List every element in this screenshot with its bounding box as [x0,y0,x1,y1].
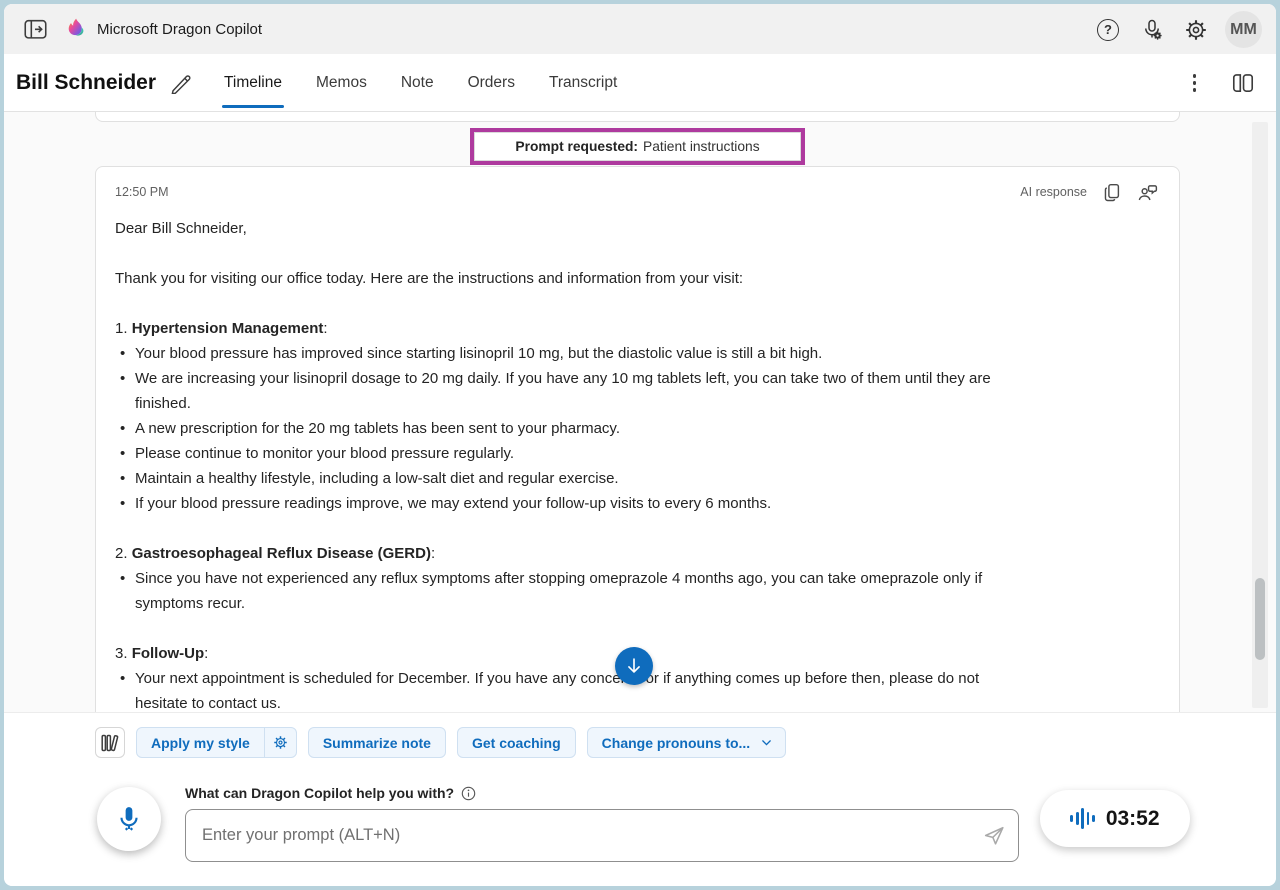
section-heading: 1. Hypertension Management: [115,316,1157,341]
letter-body: Dear Bill Schneider, Thank you for visit… [115,216,1157,712]
avatar[interactable]: MM [1225,11,1262,48]
topbar-actions: ? MM [1093,11,1262,48]
scroll-down-arrow-icon[interactable] [615,647,653,685]
tab-timeline[interactable]: Timeline [222,54,284,112]
dragon-copilot-flame-icon [64,17,89,42]
scrollbar-thumb[interactable] [1255,578,1265,660]
message-timestamp: 12:50 PM [115,185,169,199]
apply-my-style-label: Apply my style [137,735,264,751]
prompt-requested-value: Patient instructions [643,139,760,154]
help-icon[interactable]: ? [1093,15,1123,45]
previous-card-edge [95,112,1180,122]
apply-my-style-button[interactable]: Apply my style [136,727,297,758]
letter-greeting: Dear Bill Schneider, [115,216,1157,241]
ai-response-label: AI response [1020,185,1087,199]
prompt-requested-banner: Prompt requested: Patient instructions [474,132,801,161]
bullet-item: Your blood pressure has improved since s… [115,341,1157,366]
app-title: Microsoft Dragon Copilot [97,4,262,54]
tab-memos[interactable]: Memos [314,54,369,112]
mic-settings-icon[interactable] [1137,15,1167,45]
scrollbar-track[interactable] [1252,122,1268,708]
open-panel-icon[interactable] [20,14,50,44]
change-pronouns-dropdown[interactable]: Change pronouns to... [587,727,787,758]
timeline-content: Prompt requested: Patient instructions 1… [4,112,1276,712]
bullet-item: We are increasing your lisinopril dosage… [115,366,1157,416]
timer-value: 03:52 [1106,807,1160,831]
prompt-help-label: What can Dragon Copilot help you with? [185,785,476,801]
more-vertical-icon[interactable] [1185,70,1205,96]
split-view-icon[interactable] [1228,68,1258,98]
send-icon[interactable] [982,823,1007,848]
bullet-item: A new prescription for the 20 mg tablets… [115,416,1157,441]
patient-bar: Bill Schneider Timeline Memos Note Orders Tr… [4,54,1276,112]
library-icon[interactable] [95,727,125,758]
copy-icon[interactable] [1101,181,1123,203]
prompt-requested-label: Prompt requested: [515,139,638,154]
tab-note[interactable]: Note [399,54,436,112]
chevron-down-icon [760,736,773,749]
bullet-item: Maintain a healthy lifestyle, including … [115,466,1157,491]
tab-transcript[interactable]: Transcript [547,54,619,112]
info-icon[interactable] [461,786,476,801]
feedback-person-icon[interactable] [1135,181,1159,203]
edit-pencil-icon[interactable] [168,71,192,95]
app-window: Microsoft Dragon Copilot ? MM Bill Schne… [4,4,1276,886]
annotation-highlight-box: Prompt requested: Patient instructions [470,128,805,165]
letter-intro: Thank you for visiting our office today.… [115,266,1157,291]
section-heading: 2. Gastroesophageal Reflux Disease (GERD… [115,541,1157,566]
recording-timer-pill[interactable]: 03:52 [1040,790,1190,847]
patient-name: Bill Schneider [16,71,156,95]
summarize-note-button[interactable]: Summarize note [308,727,446,758]
ai-response-card: 12:50 PM AI response Dear Bill Schneider… [95,166,1180,712]
bullet-item: If your blood pressure readings improve,… [115,491,1157,516]
bottom-panel: Apply my style Summarize note Get coachi… [4,712,1276,886]
top-app-bar: Microsoft Dragon Copilot ? MM [4,4,1276,54]
tab-list: Timeline Memos Note Orders Transcript [222,54,619,112]
style-settings-gear-icon[interactable] [264,728,296,757]
waveform-icon [1070,808,1094,829]
bullet-item: Since you have not experienced any reflu… [115,566,1157,616]
quick-actions-toolbar: Apply my style Summarize note Get coachi… [95,727,786,758]
bullet-item: Please continue to monitor your blood pr… [115,441,1157,466]
tab-orders[interactable]: Orders [466,54,517,112]
microphone-button[interactable] [97,787,161,851]
get-coaching-button[interactable]: Get coaching [457,727,576,758]
prompt-input[interactable] [185,809,1019,862]
settings-gear-icon[interactable] [1181,15,1211,45]
